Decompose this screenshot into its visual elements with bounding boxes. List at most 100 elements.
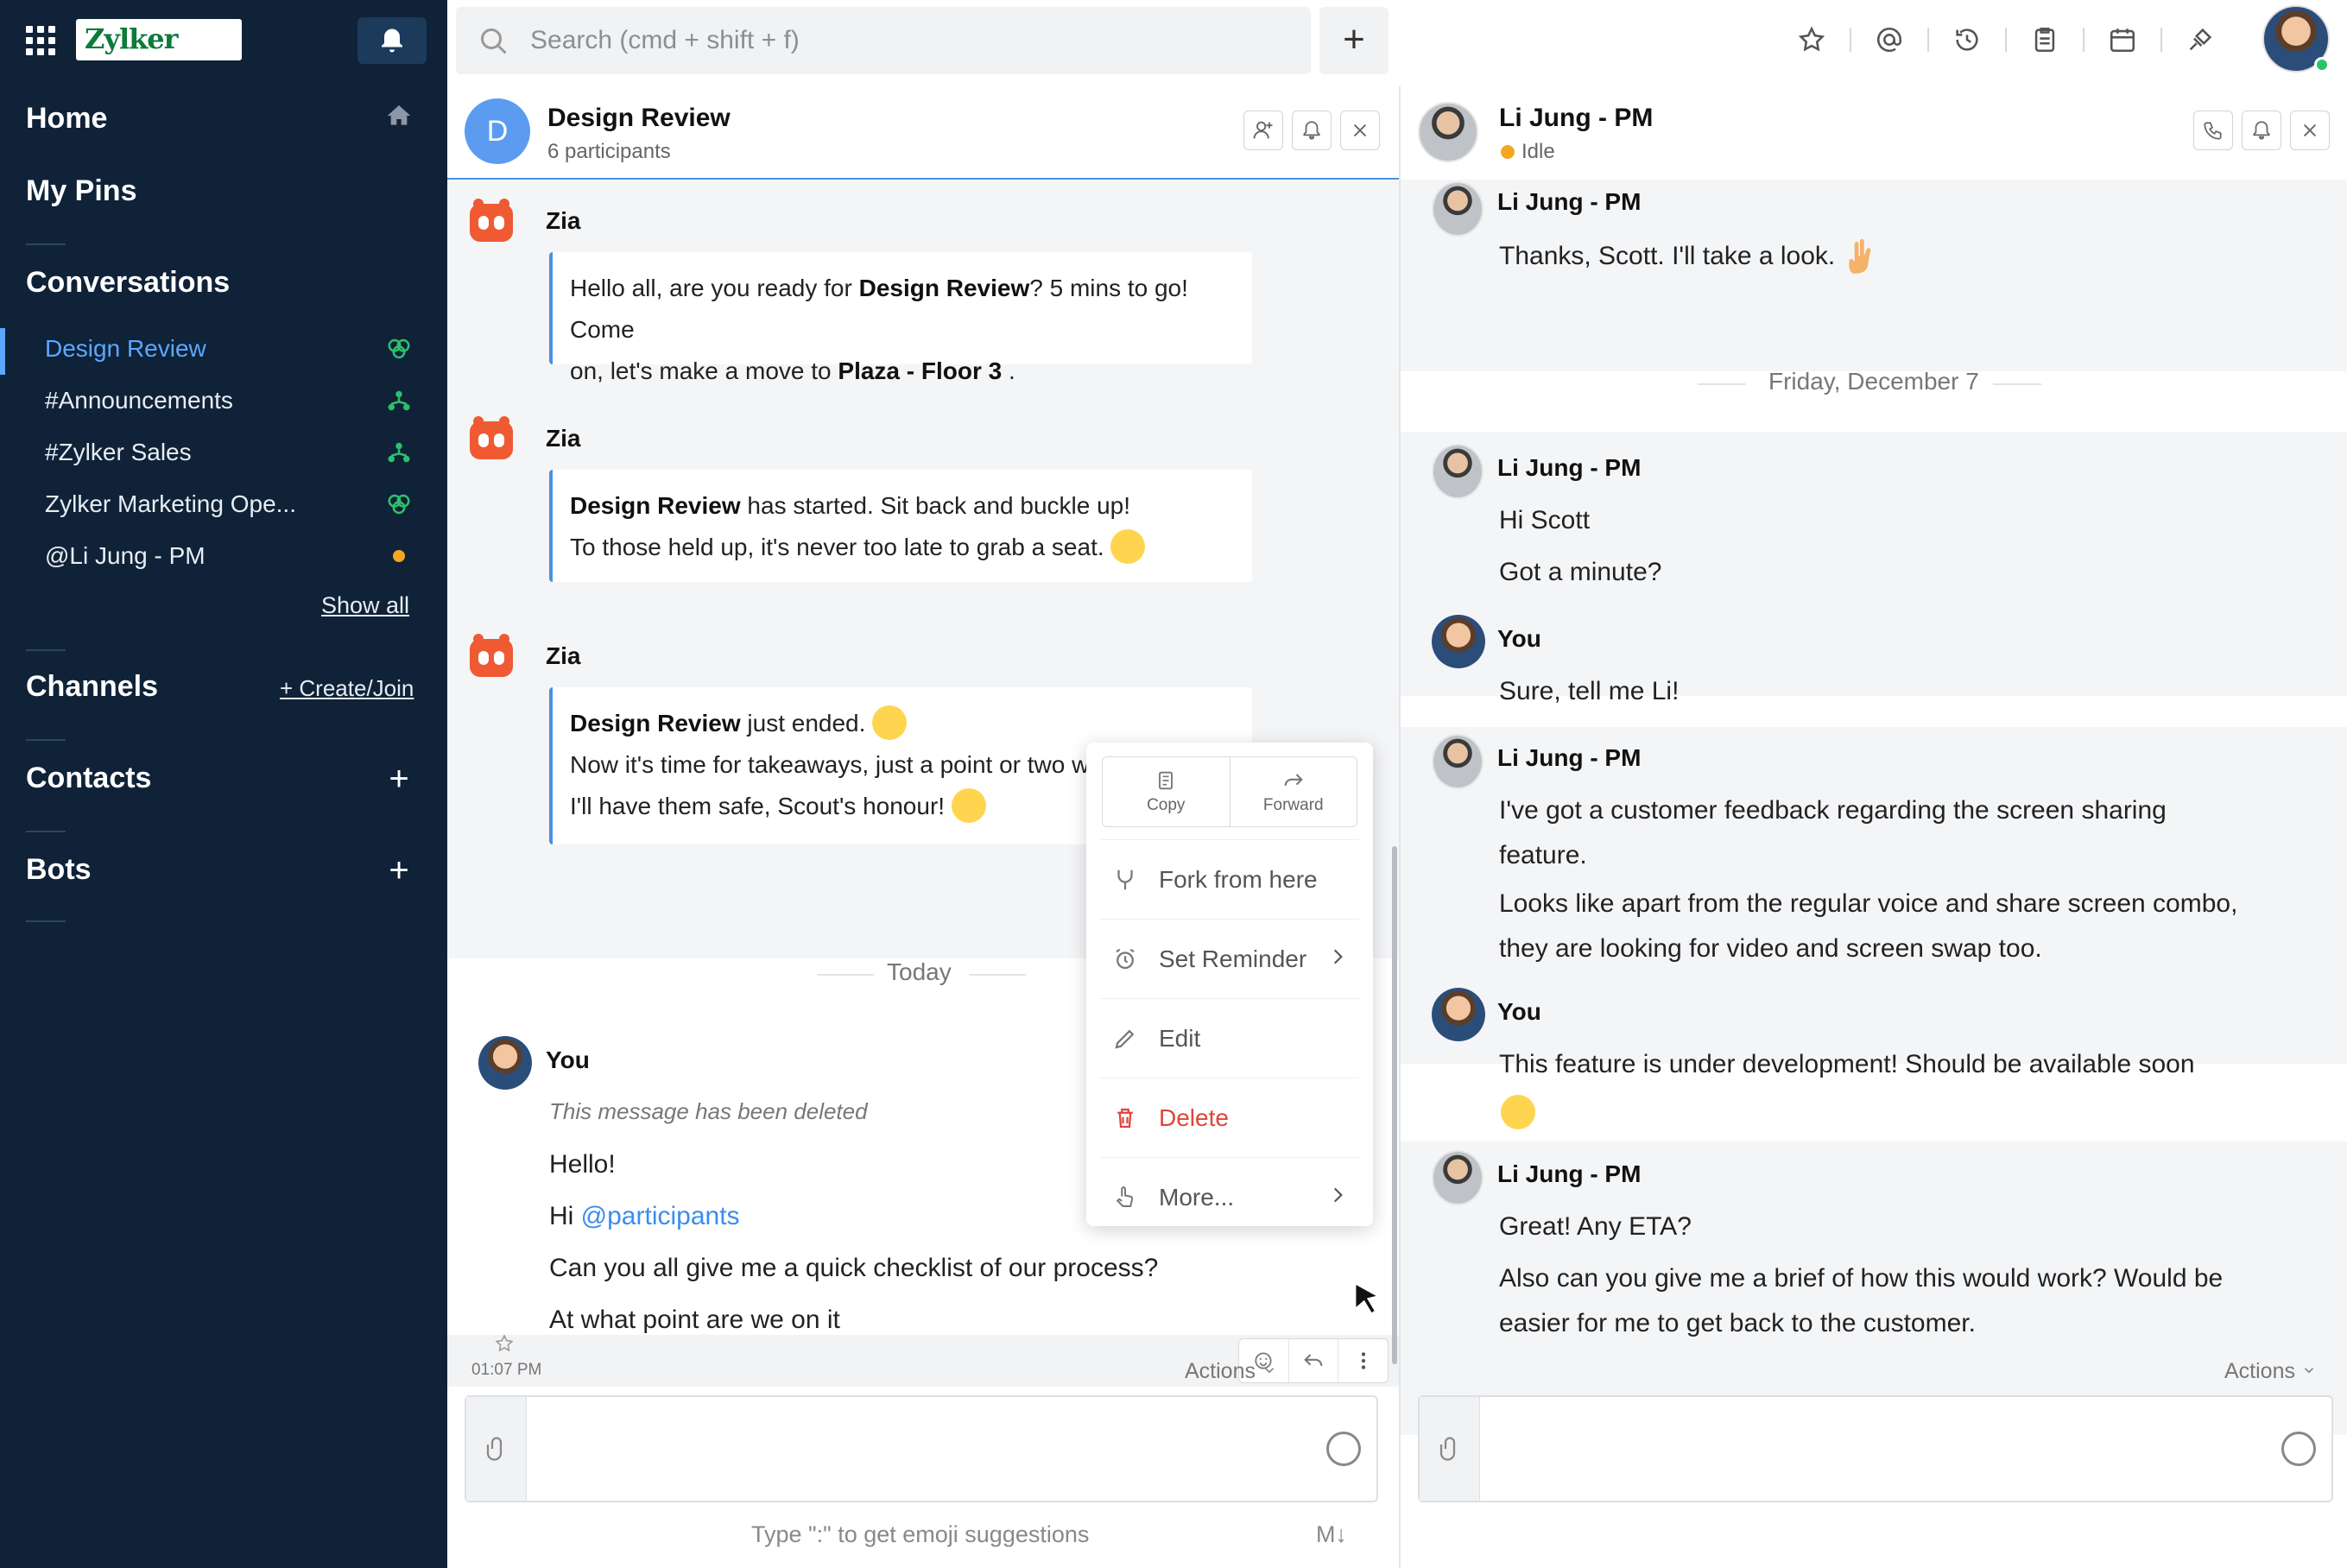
zia-bot-icon	[470, 634, 513, 677]
sender-name[interactable]: You	[546, 1046, 590, 1074]
idle-status-dot	[385, 542, 413, 570]
call-button[interactable]	[2193, 111, 2233, 150]
separator	[2005, 28, 2007, 52]
search-input[interactable]: Search (cmd + shift + f)	[456, 7, 1311, 74]
mention-link[interactable]: @participants	[581, 1202, 740, 1230]
contact-avatar[interactable]	[1418, 102, 1478, 162]
sidebar-item-announcements[interactable]: #Announcements	[45, 387, 233, 414]
mouse-cursor-icon	[1355, 1282, 1380, 1315]
message-context-menu: Copy Forward Fork from here Set Reminder…	[1086, 743, 1373, 1226]
sidebar-home[interactable]: Home	[26, 102, 107, 136]
create-join-link[interactable]: + Create/Join	[280, 675, 414, 702]
notification-settings-button[interactable]	[1292, 111, 1332, 150]
sidebar-item-zylker-sales[interactable]: #Zylker Sales	[45, 439, 192, 466]
calendar-icon[interactable]	[2105, 22, 2140, 57]
message-input[interactable]	[1418, 1395, 2333, 1502]
menu-item-more[interactable]: More...	[1100, 1157, 1359, 1236]
add-participant-button[interactable]	[1243, 111, 1283, 150]
attach-button[interactable]	[466, 1397, 527, 1501]
sender-name[interactable]: Li Jung - PM	[1497, 188, 1641, 216]
contact-name[interactable]: Li Jung - PM	[1499, 104, 1653, 133]
trash-icon	[1117, 1108, 1133, 1128]
copy-button[interactable]: Copy	[1103, 757, 1230, 826]
scrollbar[interactable]	[1392, 846, 1397, 1364]
participants-count[interactable]: 6 participants	[547, 140, 671, 164]
notification-settings-button[interactable]	[2242, 111, 2281, 150]
avatar[interactable]	[1432, 181, 1483, 237]
avatar[interactable]	[478, 1036, 532, 1090]
message-text: Also can you give me a brief of how this…	[1499, 1264, 2224, 1293]
zia-bot-icon	[470, 199, 513, 242]
menu-item-fork[interactable]: Fork from here	[1100, 839, 1359, 919]
menu-item-delete[interactable]: Delete	[1100, 1078, 1359, 1157]
message-text: Thanks, Scott. I'll take a look.	[1499, 238, 1877, 276]
message-text: Hello!	[549, 1150, 616, 1179]
markdown-toggle[interactable]: M↓	[1316, 1521, 1347, 1548]
sidebar-contacts[interactable]: Contacts	[26, 762, 151, 795]
peeking-emoji	[1110, 528, 1146, 564]
sender-name[interactable]: You	[1497, 625, 1541, 653]
show-all-link[interactable]: Show all	[321, 592, 409, 619]
emoji-picker-icon[interactable]	[2281, 1432, 2316, 1466]
message-bold-text: Design Review	[570, 710, 741, 737]
menu-item-edit[interactable]: Edit	[1100, 998, 1359, 1078]
forward-button[interactable]: Forward	[1230, 757, 1357, 826]
avatar[interactable]	[1432, 615, 1485, 668]
channel-avatar: D	[465, 98, 530, 164]
actions-dropdown[interactable]: Actions	[1185, 1359, 1277, 1384]
message-text: Now it's time for takeaways, just a poin…	[570, 751, 1095, 778]
paperclip-icon	[1439, 1437, 1455, 1461]
more-options-button[interactable]	[1338, 1339, 1388, 1382]
star-icon[interactable]	[1794, 22, 1829, 57]
menu-item-set-reminder[interactable]: Set Reminder	[1100, 919, 1359, 998]
sidebar-my-pins[interactable]: My Pins	[26, 174, 136, 208]
message-text: At what point are we on it	[549, 1306, 840, 1334]
sender-name[interactable]: Li Jung - PM	[1497, 744, 1641, 772]
sidebar-channels[interactable]: Channels	[26, 670, 158, 704]
home-icon	[385, 102, 413, 130]
sidebar-conversations[interactable]: Conversations	[26, 266, 230, 300]
reply-button[interactable]	[1289, 1339, 1339, 1382]
fork-icon	[1117, 869, 1133, 889]
date-separator: Friday, December 7	[1768, 368, 1979, 395]
star-icon[interactable]	[494, 1333, 515, 1354]
sender-name[interactable]: Zia	[546, 207, 580, 235]
avatar[interactable]	[1432, 734, 1483, 789]
menu-item-label: More...	[1159, 1183, 1235, 1211]
sender-name[interactable]: Li Jung - PM	[1497, 454, 1641, 482]
add-contact-icon[interactable]: +	[385, 762, 413, 796]
message-time: 01:07 PM	[471, 1361, 542, 1379]
close-button[interactable]	[2290, 111, 2330, 150]
app-grid-icon[interactable]	[26, 26, 55, 55]
sender-name[interactable]: Zia	[546, 425, 580, 452]
attach-button[interactable]	[1420, 1397, 1480, 1501]
sidebar-bots[interactable]: Bots	[26, 853, 92, 887]
close-button[interactable]	[1340, 111, 1380, 150]
emoji-picker-icon[interactable]	[1326, 1432, 1361, 1466]
bell-icon	[1303, 121, 1320, 140]
sidebar-item-zylker-marketing[interactable]: Zylker Marketing Ope...	[45, 490, 296, 518]
direct-chat-header: Li Jung - PM Idle	[1401, 86, 2347, 180]
integrations-icon[interactable]	[2183, 22, 2217, 57]
sender-name[interactable]: You	[1497, 998, 1541, 1026]
conversation-title[interactable]: Design Review	[547, 104, 731, 133]
new-chat-button[interactable]: +	[1319, 7, 1389, 74]
tasks-icon[interactable]	[2028, 22, 2062, 57]
history-icon[interactable]	[1950, 22, 1984, 57]
avatar[interactable]	[1432, 988, 1485, 1041]
sidebar-item-li-jung[interactable]: @Li Jung - PM	[45, 542, 206, 570]
avatar[interactable]	[1432, 444, 1483, 499]
phone-icon	[2204, 122, 2222, 140]
actions-dropdown[interactable]: Actions	[2224, 1359, 2317, 1384]
sender-name[interactable]: Li Jung - PM	[1497, 1160, 1641, 1188]
avatar[interactable]	[1432, 1150, 1483, 1205]
message-text: To those held up, it's never too late to…	[570, 534, 1104, 560]
message-input[interactable]	[465, 1395, 1378, 1502]
sender-name[interactable]: Zia	[546, 642, 580, 670]
zylker-logo[interactable]: Zylker	[76, 19, 242, 60]
message-bold-text: Plaza - Floor 3	[838, 357, 1003, 384]
notifications-button[interactable]	[357, 17, 427, 64]
add-bot-icon[interactable]: +	[385, 853, 413, 888]
sidebar-item-design-review[interactable]: Design Review	[45, 335, 206, 363]
mention-icon[interactable]	[1872, 22, 1907, 57]
